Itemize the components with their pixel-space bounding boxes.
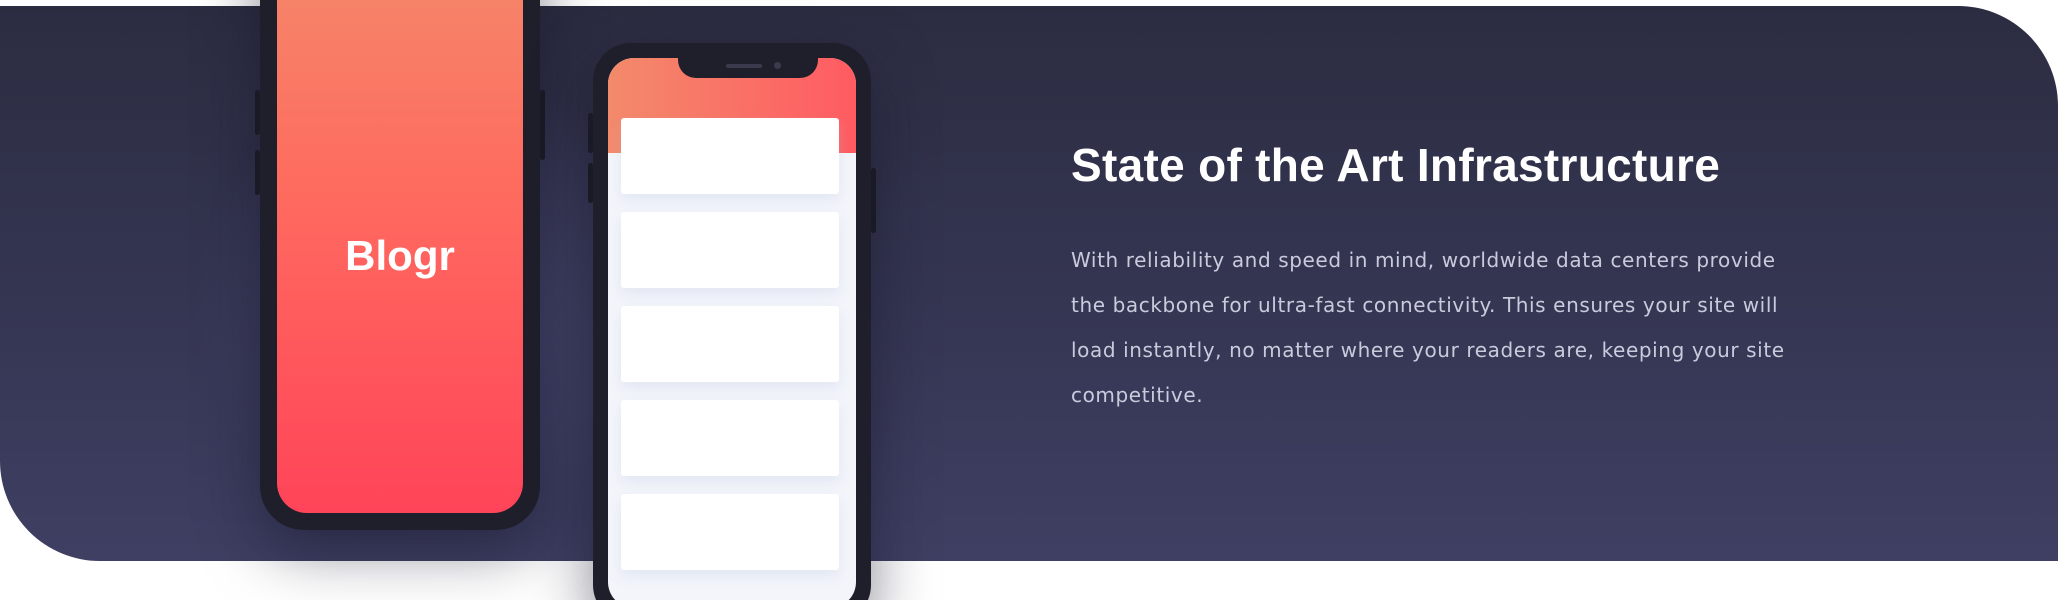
feed-card xyxy=(621,212,839,288)
phone-power-button xyxy=(540,90,545,160)
phone-mockup-splash: Blogr xyxy=(255,0,545,530)
feed-card xyxy=(621,400,839,476)
phone-side-button xyxy=(588,113,593,153)
phone-side-button xyxy=(255,90,260,135)
phone-screen-feed xyxy=(608,58,856,600)
section-title: State of the Art Infrastructure xyxy=(1071,139,1721,191)
section-description: With reliability and speed in mind, worl… xyxy=(1071,248,1785,407)
phone-speaker xyxy=(726,64,762,68)
blogr-logo: Blogr xyxy=(345,232,455,279)
infrastructure-section: Blogr State of the Art Infrastructure Wi… xyxy=(0,0,2058,600)
feed-card xyxy=(621,494,839,570)
phone-camera xyxy=(774,62,781,69)
phone-side-button xyxy=(255,150,260,195)
feed-card xyxy=(621,118,839,194)
phone-screen-splash: Blogr xyxy=(277,0,523,513)
feed-card xyxy=(621,306,839,382)
phone-mockup-feed xyxy=(588,43,876,600)
phone-side-button xyxy=(588,163,593,203)
phone-notch xyxy=(678,58,818,78)
phone-power-button xyxy=(871,168,876,233)
